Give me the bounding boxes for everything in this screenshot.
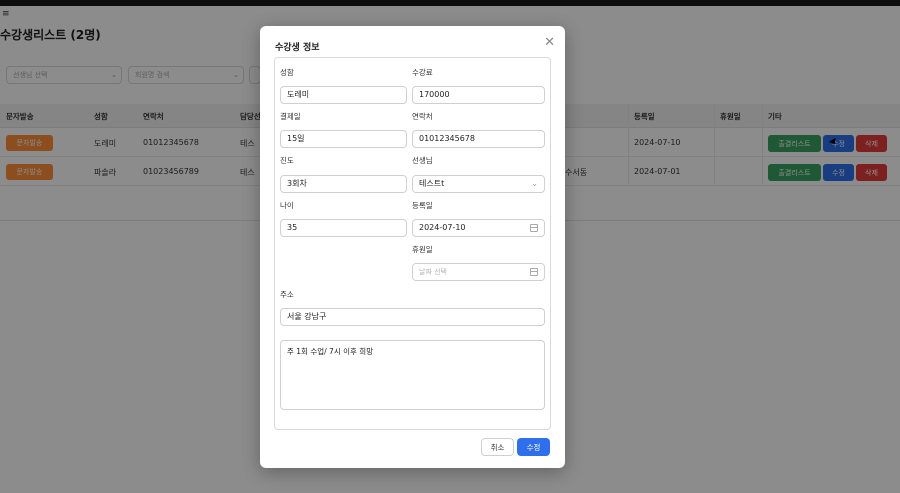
payday-input[interactable]: 15일 (280, 130, 407, 148)
progress-label: 진도 (280, 156, 294, 165)
address-input[interactable]: 서울 강남구 (280, 308, 545, 326)
leave-date-picker[interactable]: 날짜 선택 (412, 263, 545, 281)
regdate-label: 등록일 (412, 201, 433, 210)
name-label: 성함 (280, 68, 294, 77)
regdate-picker[interactable]: 2024-07-10 (412, 219, 545, 237)
memo-textarea[interactable]: 주 1회 수업/ 7시 이후 희망 (280, 340, 545, 410)
name-input[interactable]: 도레미 (280, 86, 407, 104)
leave-date-placeholder: 날짜 선택 (419, 268, 447, 276)
teacher-select[interactable]: 테스트t ⌄ (412, 175, 545, 193)
contact-input[interactable]: 01012345678 (412, 130, 545, 148)
chevron-down-icon: ⌄ (531, 179, 538, 188)
payday-label: 결제일 (280, 112, 301, 121)
teacher-select-value: 테스트t (419, 179, 445, 188)
fee-label: 수강료 (412, 68, 433, 77)
age-input[interactable]: 35 (280, 219, 407, 237)
teacher-label: 선생님 (412, 156, 433, 165)
modal-title: 수강생 정보 (275, 43, 320, 53)
leave-label: 휴원일 (412, 245, 433, 254)
age-label: 나이 (280, 201, 294, 210)
contact-label: 연락처 (412, 112, 433, 121)
progress-input[interactable]: 3회차 (280, 175, 407, 193)
calendar-icon (530, 268, 538, 276)
address-label: 주소 (280, 290, 294, 299)
calendar-icon (530, 224, 538, 232)
cancel-button[interactable]: 취소 (481, 438, 514, 456)
student-info-modal: 수강생 정보 ✕ 성함 수강료 도레미 170000 결제일 연락처 15일 0… (260, 26, 565, 468)
save-button[interactable]: 수정 (517, 438, 550, 456)
fee-input[interactable]: 170000 (412, 86, 545, 104)
close-icon[interactable]: ✕ (544, 34, 555, 50)
regdate-value: 2024-07-10 (419, 223, 466, 232)
